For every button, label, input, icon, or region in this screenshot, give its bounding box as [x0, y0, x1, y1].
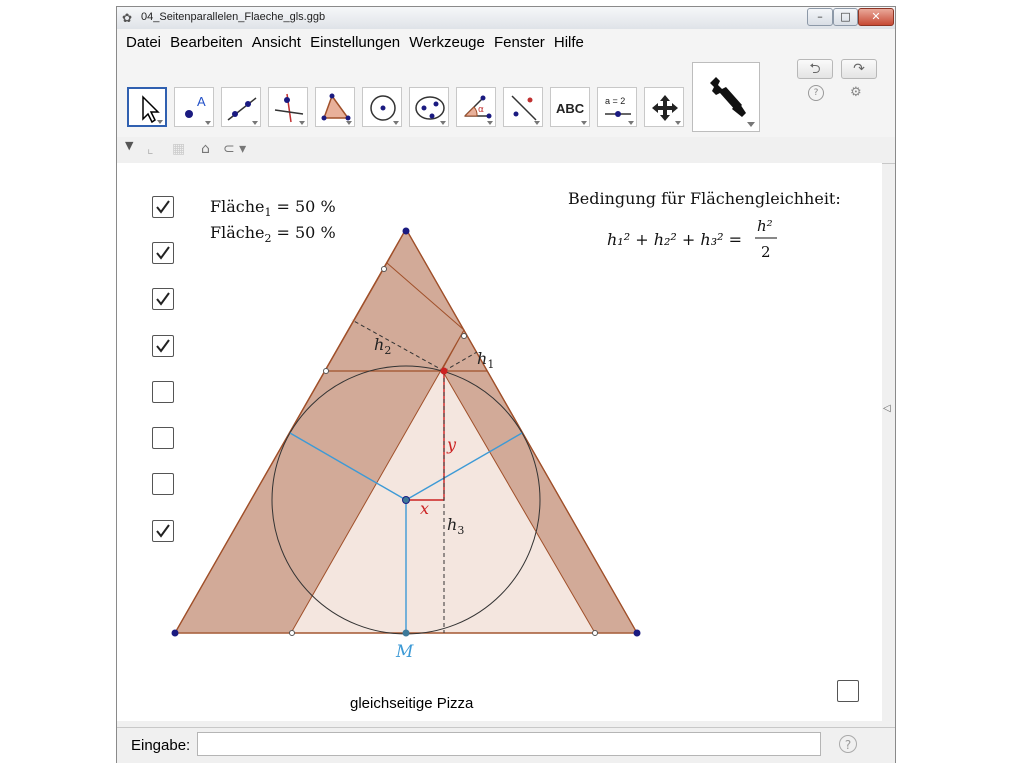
vertex-right[interactable] — [633, 629, 641, 637]
construction-drawing: y x h3 h2 h1 M Fläche1 = 50 % Fläche2 = 50… — [171, 189, 841, 712]
condition-title: Bedingung für Flächengleichheit: — [568, 189, 841, 208]
checkbox-extra[interactable] — [837, 680, 859, 702]
move-tool-button[interactable] — [127, 87, 167, 127]
input-label: Eingabe: — [131, 737, 191, 754]
checkbox-7[interactable] — [152, 473, 174, 495]
svg-text:a = 2: a = 2 — [605, 96, 625, 106]
perpendicular-line-tool-button[interactable] — [268, 87, 308, 127]
menu-ansicht[interactable]: Ansicht — [252, 29, 301, 57]
home-icon[interactable]: ⌂ — [201, 141, 210, 157]
line-tool-button[interactable] — [221, 87, 261, 127]
label-x: x — [420, 499, 429, 518]
style-bar: ▼ ⌞ ▦ ⌂ ⊂ ▾ — [117, 137, 895, 164]
move-graphics-view-tool-icon — [652, 95, 678, 121]
geogebra-window: ✿ 04_Seitenparallelen_Flaeche_gls.ggb – … — [116, 6, 896, 763]
checkmark-icon — [156, 200, 170, 214]
checkmark-icon — [156, 339, 170, 353]
label-y: y — [446, 435, 457, 454]
axes-toggle-icon[interactable]: ⌞ — [147, 141, 154, 157]
minimize-button[interactable]: – — [807, 8, 833, 26]
settings-tool-button[interactable] — [692, 62, 760, 132]
menu-werkzeuge[interactable]: Werkzeuge — [409, 29, 485, 57]
point-bottom-left[interactable] — [289, 630, 295, 636]
area1-text: Fläche1 = 50 % — [210, 197, 336, 219]
text-tool-icon: ABC — [556, 101, 585, 116]
close-button[interactable]: ✕ — [858, 8, 894, 26]
checkbox-8[interactable] — [152, 520, 174, 542]
caption-text: gleichseitige Pizza — [350, 695, 474, 712]
checkbox-6[interactable] — [152, 427, 174, 449]
menu-fenster[interactable]: Fenster — [494, 29, 545, 57]
undo-button[interactable]: ⮌ — [797, 59, 833, 79]
slider-tool-icon: a = 2 — [605, 96, 631, 117]
grid-toggle-icon[interactable]: ▦ — [172, 141, 185, 157]
formula-denominator: 2 — [761, 243, 771, 261]
angle-tool-button[interactable]: α — [456, 87, 496, 127]
label-h1: h1 — [477, 349, 494, 371]
text-tool-button[interactable]: ABC — [550, 87, 590, 127]
point-right-upper[interactable] — [461, 333, 467, 339]
style-bar-toggle-icon[interactable]: ▼ — [125, 139, 133, 152]
input-help-icon[interactable]: ? — [839, 735, 857, 753]
checkbox-1[interactable] — [152, 196, 174, 218]
point-bottom-right[interactable] — [592, 630, 598, 636]
checkmark-icon — [156, 524, 170, 538]
window-title: 04_Seitenparallelen_Flaeche_gls.ggb — [141, 11, 326, 23]
svg-text:A: A — [197, 94, 206, 109]
checkbox-4[interactable] — [152, 335, 174, 357]
area2-text: Fläche2 = 50 % — [210, 223, 336, 245]
menu-bar: Datei Bearbeiten Ansicht Einstellungen W… — [117, 29, 895, 57]
point-top-left[interactable] — [381, 266, 387, 272]
point-m[interactable] — [402, 629, 410, 637]
menu-hilfe[interactable]: Hilfe — [554, 29, 584, 57]
input-field[interactable] — [197, 732, 821, 756]
polygon-tool-button[interactable] — [315, 87, 355, 127]
point-p[interactable] — [440, 367, 448, 375]
help-icon[interactable]: ? — [808, 85, 824, 101]
checkmark-icon — [156, 292, 170, 306]
graphics-view[interactable]: y x h3 h2 h1 M Fläche1 = 50 % Fläche2 = 50… — [117, 163, 882, 721]
point-tool-button[interactable]: A — [174, 87, 214, 127]
move-graphics-view-tool-button[interactable] — [644, 87, 684, 127]
input-bar: Eingabe: ? — [117, 727, 895, 763]
point-capturing-icon[interactable]: ⊂ ▾ — [223, 141, 246, 157]
vertex-top[interactable] — [402, 227, 410, 235]
polygon-tool-icon — [321, 93, 351, 121]
menu-bearbeiten[interactable]: Bearbeiten — [170, 29, 243, 57]
point-tool-icon: A — [185, 94, 206, 118]
incenter-point[interactable] — [402, 496, 410, 504]
reflect-tool-button[interactable] — [503, 87, 543, 127]
redo-button[interactable]: ↷ — [841, 59, 877, 79]
toolbar: A α ABC a = 2 ⮌ ↷ ? ⚙ — [117, 57, 895, 137]
reflect-tool-icon — [511, 95, 537, 121]
maximize-button[interactable]: □ — [833, 8, 858, 26]
ellipse-tool-button[interactable] — [409, 87, 449, 127]
checkbox-2[interactable] — [152, 242, 174, 264]
circle-center-point-tool-icon — [370, 95, 396, 121]
sidebar-toggle-icon[interactable]: ◁ — [883, 403, 891, 414]
vertex-left[interactable] — [171, 629, 179, 637]
formula-numerator: h² — [757, 217, 773, 235]
checkbox-3[interactable] — [152, 288, 174, 310]
checkbox-5[interactable] — [152, 381, 174, 403]
svg-text:ABC: ABC — [556, 101, 585, 116]
line-tool-icon — [227, 97, 257, 121]
perpendicular-line-tool-icon — [274, 93, 304, 123]
gear-icon[interactable]: ⚙ — [850, 85, 862, 100]
menu-datei[interactable]: Datei — [126, 29, 161, 57]
circle-tool-button[interactable] — [362, 87, 402, 127]
menu-einstellungen[interactable]: Einstellungen — [310, 29, 400, 57]
label-m: M — [395, 642, 414, 662]
wrench-icon — [710, 77, 746, 117]
ellipse-tool-icon — [415, 96, 445, 120]
formula-lhs: h₁² + h₂² + h₃² = — [607, 230, 742, 249]
title-bar: ✿ 04_Seitenparallelen_Flaeche_gls.ggb – … — [117, 7, 895, 29]
svg-text:α: α — [478, 105, 484, 115]
app-icon: ✿ — [122, 11, 133, 25]
point-left-mid[interactable] — [323, 368, 329, 374]
angle-tool-icon: α — [463, 95, 492, 119]
checkmark-icon — [156, 246, 170, 260]
slider-tool-button[interactable]: a = 2 — [597, 87, 637, 127]
